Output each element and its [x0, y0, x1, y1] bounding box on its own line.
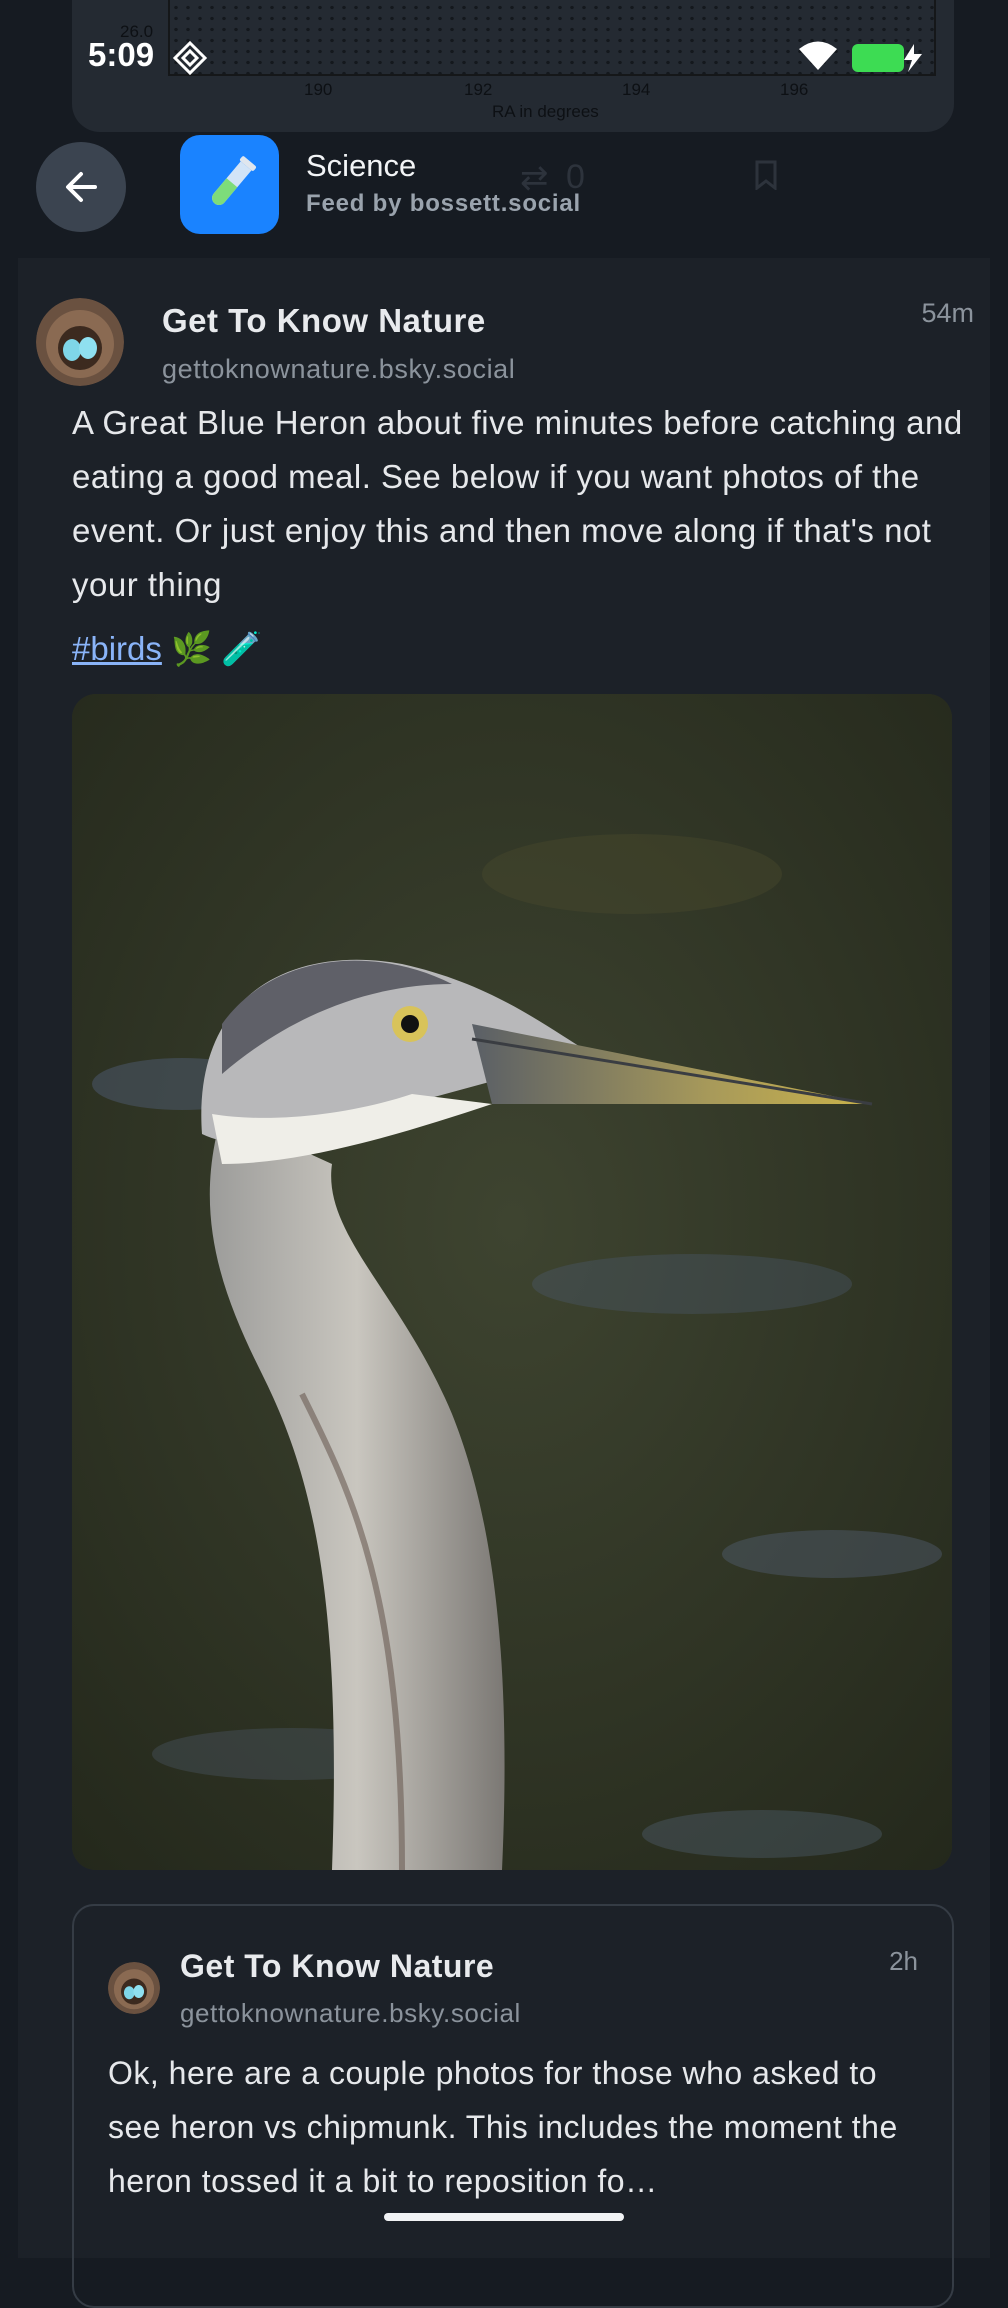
assistant-icon	[172, 40, 208, 81]
home-indicator[interactable]	[384, 2213, 624, 2221]
test-tube-icon	[211, 155, 256, 205]
author-handle[interactable]: gettoknownature.bsky.social	[162, 354, 515, 385]
post-text: A Great Blue Heron about five minutes be…	[72, 404, 963, 603]
wifi-icon	[798, 40, 838, 77]
heron-photo[interactable]	[72, 694, 952, 1870]
back-button[interactable]	[36, 142, 126, 232]
feed-subtitle[interactable]: Feed by bossett.social	[306, 190, 581, 218]
quoted-post-text: Ok, here are a couple photos for those w…	[108, 2055, 898, 2199]
post-time: 54m	[921, 298, 974, 328]
emoji-text: 🌿 🧪	[171, 630, 263, 667]
feed-title: Science	[306, 148, 417, 183]
quoted-post[interactable]: Get To Know Nature gettoknownature.bsky.…	[72, 1904, 954, 2308]
post-tags: #birds 🌿 🧪	[72, 630, 262, 669]
feed-header: Science Feed by bossett.social	[0, 132, 1008, 242]
status-time: 5:09	[88, 36, 155, 73]
battery-charging-icon	[850, 42, 924, 79]
quoted-author-avatar[interactable]	[108, 1962, 160, 2014]
hashtag-link[interactable]: #birds	[72, 630, 162, 667]
quoted-post-time: 2h	[889, 1946, 918, 1976]
author-avatar[interactable]	[36, 298, 124, 386]
status-bar: 5:09	[0, 34, 1008, 84]
post-card[interactable]: Get To Know Nature gettoknownature.bsky.…	[18, 258, 990, 2308]
arrow-left-icon	[66, 172, 97, 202]
quoted-author-name[interactable]: Get To Know Nature	[180, 1948, 494, 1985]
author-name[interactable]: Get To Know Nature	[162, 302, 486, 340]
plot-x-label: RA in degrees	[492, 102, 599, 121]
feed-avatar[interactable]	[180, 135, 279, 234]
quoted-author-handle[interactable]: gettoknownature.bsky.social	[180, 1998, 521, 2029]
